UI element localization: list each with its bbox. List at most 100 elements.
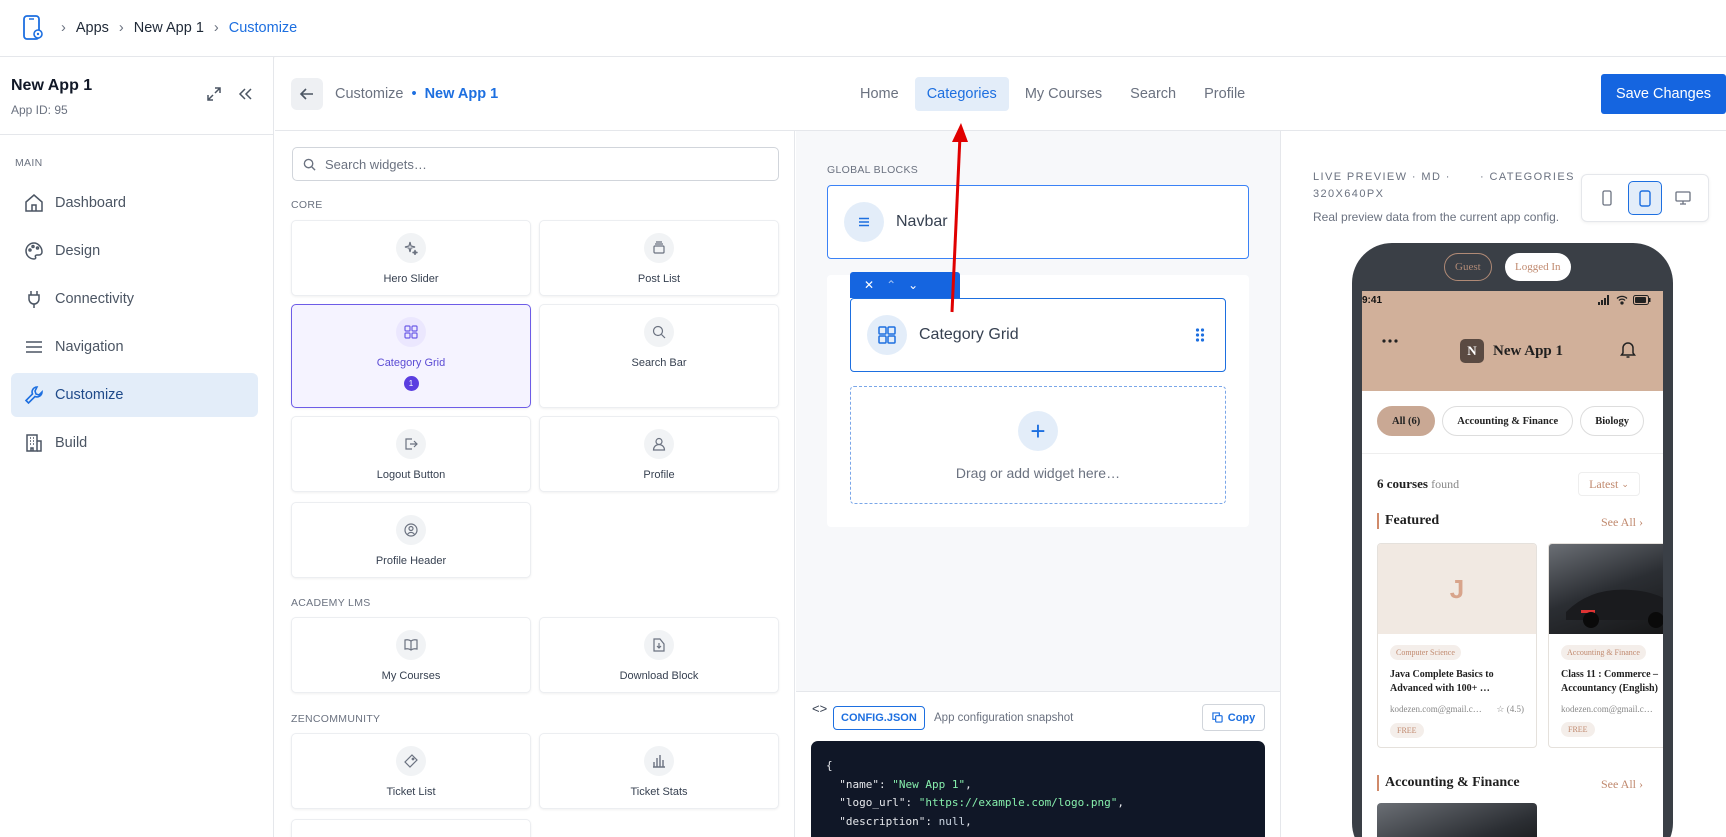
course-card[interactable]: J Computer Science Java Complete Basics … — [1377, 543, 1537, 748]
tab-categories[interactable]: Categories — [914, 77, 1009, 111]
separator-dot: • — [411, 86, 417, 102]
preview-subtitle: Real preview data from the current app c… — [1313, 210, 1560, 224]
widget-hero-slider[interactable]: Hero Slider — [291, 220, 531, 296]
breadcrumb-apps[interactable]: Apps — [76, 20, 109, 36]
chip-accounting[interactable]: Accounting & Finance — [1442, 406, 1574, 436]
category-grid-block[interactable]: Category Grid — [850, 298, 1226, 372]
widget-card-partial[interactable] — [291, 819, 531, 837]
tab-my-courses[interactable]: My Courses — [1013, 77, 1114, 111]
save-changes-button[interactable]: Save Changes — [1601, 74, 1726, 114]
sidebar-item-build[interactable]: Build — [11, 421, 258, 465]
screen-tabs: Home Categories My Courses Search Profil… — [848, 77, 1261, 111]
chip-biology[interactable]: Biology — [1580, 406, 1645, 436]
sidebar-item-label: Dashboard — [55, 195, 126, 211]
widget-ticket-list[interactable]: Ticket List — [291, 733, 531, 809]
back-button[interactable] — [291, 78, 323, 110]
guest-toggle[interactable]: Guest — [1444, 253, 1492, 281]
see-all-featured-link[interactable]: See All › — [1601, 515, 1643, 530]
widget-ticket-stats[interactable]: Ticket Stats — [539, 733, 779, 809]
config-code-block: { "name": "New App 1", "logo_url": "http… — [811, 741, 1265, 837]
divider — [1362, 453, 1663, 454]
widget-drop-zone[interactable]: + Drag or add widget here… — [850, 386, 1226, 504]
widget-label: Profile Header — [375, 555, 447, 567]
results-count: 6 courses found — [1377, 476, 1460, 491]
download-icon — [644, 630, 674, 660]
widget-category-grid[interactable]: Category Grid 1 — [291, 304, 531, 408]
widget-logout-button[interactable]: Logout Button — [291, 416, 531, 492]
user-icon — [644, 429, 674, 459]
tab-home[interactable]: Home — [848, 77, 911, 111]
status-bar: 9:41 — [1362, 291, 1663, 311]
battery-icon — [1633, 295, 1651, 305]
widget-my-courses[interactable]: My Courses — [291, 617, 531, 693]
course-title: Java Complete Basics to Advanced with 10… — [1390, 669, 1494, 694]
remove-block-icon[interactable]: ✕ — [864, 278, 874, 292]
sidebar-item-navigation[interactable]: Navigation — [11, 325, 258, 369]
chip-all[interactable]: All (6) — [1377, 406, 1436, 436]
sidebar-item-label: Connectivity — [55, 291, 134, 307]
breadcrumb-app[interactable]: New App 1 — [134, 20, 204, 36]
phone-screen: 9:41 N New App 1 All (6) Accounting & Fi… — [1362, 291, 1663, 837]
header-breadcrumb: Customize • New App 1 — [335, 86, 498, 102]
tab-profile[interactable]: Profile — [1192, 77, 1257, 111]
move-up-icon[interactable]: ⌃ — [886, 278, 896, 292]
widget-profile-header[interactable]: Profile Header — [291, 502, 531, 578]
sidebar-item-label: Customize — [55, 387, 124, 403]
device-mobile-button[interactable] — [1590, 181, 1624, 215]
add-widget-plus-icon[interactable]: + — [1018, 411, 1058, 451]
move-down-icon[interactable]: ⌄ — [908, 278, 918, 292]
navbar-block[interactable]: Navbar — [827, 185, 1249, 259]
widget-label: Category Grid — [376, 357, 446, 369]
sidebar-item-customize[interactable]: Customize — [11, 373, 258, 417]
sidebar-item-connectivity[interactable]: Connectivity — [11, 277, 258, 321]
app-logo-icon[interactable] — [22, 15, 44, 41]
expand-icon[interactable] — [206, 86, 222, 102]
device-tablet-button[interactable] — [1628, 181, 1662, 215]
grid-icon — [867, 315, 907, 355]
sidebar-item-design[interactable]: Design — [11, 229, 258, 273]
chevron-right-icon: › — [118, 20, 124, 36]
logged-in-toggle[interactable]: Logged In — [1505, 253, 1571, 281]
more-options-icon[interactable] — [1382, 339, 1398, 343]
arrow-left-icon — [299, 88, 313, 100]
app-name: N New App 1 — [1460, 339, 1563, 363]
widget-post-list[interactable]: Post List — [539, 220, 779, 296]
device-switcher — [1581, 174, 1709, 222]
status-time: 9:41 — [1362, 295, 1383, 306]
search-icon — [303, 158, 316, 171]
plug-icon — [23, 288, 45, 310]
course-card[interactable]: Accounting & Finance Class 11 : Commerce… — [1548, 543, 1663, 748]
sidebar-section-label: MAIN — [15, 157, 43, 169]
app-logo: N — [1460, 339, 1484, 363]
bar-chart-icon — [644, 746, 674, 776]
header-crumb-app: New App 1 — [424, 86, 499, 102]
see-all-accounting-link[interactable]: See All › — [1601, 777, 1643, 792]
copy-button[interactable]: Copy — [1202, 704, 1265, 731]
widget-download-block[interactable]: Download Block — [539, 617, 779, 693]
sidebar-item-label: Build — [55, 435, 88, 451]
sidebar-item-dashboard[interactable]: Dashboard — [11, 181, 258, 225]
sort-select[interactable]: Latest ⌄ — [1578, 472, 1640, 496]
widget-label: My Courses — [381, 670, 441, 682]
widget-search-bar[interactable]: Search Bar — [539, 304, 779, 408]
widget-label: Logout Button — [376, 469, 446, 481]
course-price: FREE — [1561, 722, 1595, 737]
editor-header: Customize • New App 1 Home Categories My… — [275, 57, 1726, 131]
tablet-icon — [1639, 189, 1651, 207]
device-desktop-button[interactable] — [1666, 181, 1700, 215]
bell-icon[interactable] — [1620, 340, 1636, 358]
widget-profile[interactable]: Profile — [539, 416, 779, 492]
collapse-sidebar-icon[interactable] — [236, 85, 254, 103]
drag-handle-icon[interactable] — [1195, 327, 1205, 343]
widget-panel: Search widgets… CORE Hero Slider Post Li… — [275, 131, 795, 837]
sidebar-header: New App 1 App ID: 95 — [0, 57, 273, 135]
car-photo-thumbnail — [1377, 803, 1537, 837]
course-thumbnail: J — [1378, 544, 1536, 634]
course-meta: kodezen.com@gmail.c… ☆ (4.5) — [1390, 704, 1524, 714]
group-label-zencommunity: ZENCOMMUNITY — [291, 713, 381, 725]
widget-search-input[interactable]: Search widgets… — [292, 147, 779, 181]
tab-search[interactable]: Search — [1118, 77, 1188, 111]
chevron-right-icon: › — [61, 20, 66, 36]
config-panel: <> CONFIG.JSON App configuration snapsho… — [796, 691, 1281, 837]
home-icon — [23, 192, 45, 214]
